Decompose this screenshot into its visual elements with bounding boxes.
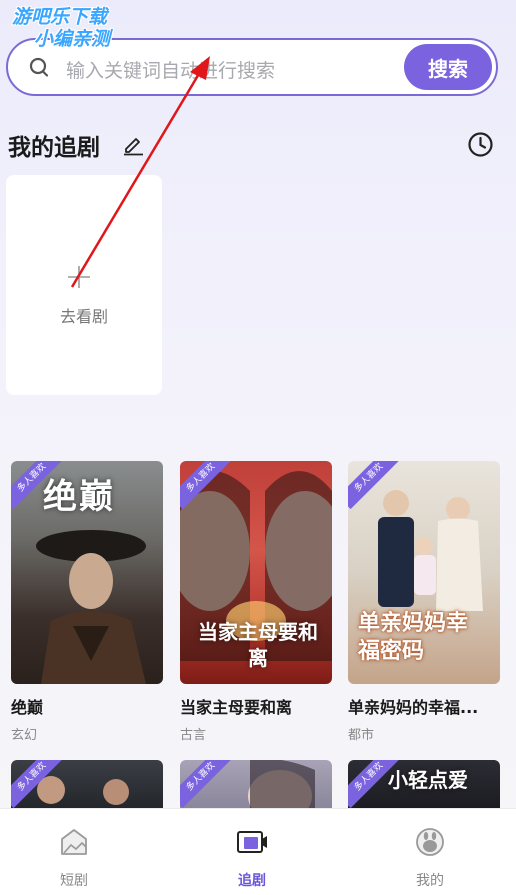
drama-title[interactable]: 绝巅 xyxy=(11,694,163,718)
poster-title: 单亲妈妈幸福密码 xyxy=(358,610,469,664)
tab-mine[interactable]: 我的 xyxy=(370,809,490,895)
watermark-line1: 游吧乐下载 xyxy=(12,6,108,28)
video-icon xyxy=(237,831,267,853)
search-icon xyxy=(29,57,49,77)
poster-title: 小轻点爱 xyxy=(388,768,468,792)
tab-label: 短剧 xyxy=(60,873,88,889)
drama-poster[interactable]: 多人喜欢 xyxy=(11,760,163,808)
drama-genre: 古言 xyxy=(180,728,207,743)
tab-short-drama[interactable]: 短剧 xyxy=(14,809,134,895)
drama-genre: 都市 xyxy=(348,728,375,743)
section-title: 我的追剧 xyxy=(8,135,100,161)
drama-poster[interactable]: 多人喜欢 xyxy=(180,760,332,808)
search-button[interactable]: 搜索 xyxy=(404,44,492,90)
edit-icon[interactable] xyxy=(121,132,145,156)
poster-title: 绝巅 xyxy=(43,477,115,517)
tab-label: 追剧 xyxy=(238,873,266,889)
poster-title: 当家主母要和离 xyxy=(198,620,318,670)
drama-title[interactable]: 当家主母要和离 xyxy=(180,694,332,718)
tab-label: 我的 xyxy=(416,873,444,889)
drama-poster[interactable]: 小轻点爱 多人喜欢 xyxy=(348,760,500,808)
drama-title[interactable]: 单亲妈妈的幸福... xyxy=(348,694,500,718)
search-input[interactable]: 输入关键词自动进行搜索 xyxy=(66,56,275,83)
bottom-tab-bar: 短剧 追剧 我的 xyxy=(0,808,516,895)
watermark-line2: 小编亲测 xyxy=(34,28,111,50)
profile-icon xyxy=(416,828,444,856)
drama-card[interactable]: 绝巅 多人喜欢 绝巅 玄幻 xyxy=(11,461,163,743)
drama-genre: 玄幻 xyxy=(11,728,38,743)
drama-poster[interactable]: 绝巅 多人喜欢 xyxy=(11,461,163,684)
add-drama-label: 去看剧 xyxy=(59,307,108,326)
drama-card[interactable]: 当家主母要和离 多人喜欢 当家主母要和离 古言 xyxy=(180,461,332,743)
drama-poster[interactable]: 当家主母要和离 多人喜欢 xyxy=(180,461,332,684)
tab-follow-drama[interactable]: 追剧 xyxy=(192,809,312,895)
drama-card[interactable]: 单亲妈妈幸福密码 多人喜欢 单亲妈妈的幸福... 都市 xyxy=(348,461,500,743)
history-icon[interactable] xyxy=(467,131,494,158)
plus-icon xyxy=(68,266,90,288)
watermark: 游吧乐下载 小编亲测 xyxy=(12,6,152,50)
drama-poster[interactable]: 单亲妈妈幸福密码 多人喜欢 xyxy=(348,461,500,684)
home-icon xyxy=(61,829,87,855)
